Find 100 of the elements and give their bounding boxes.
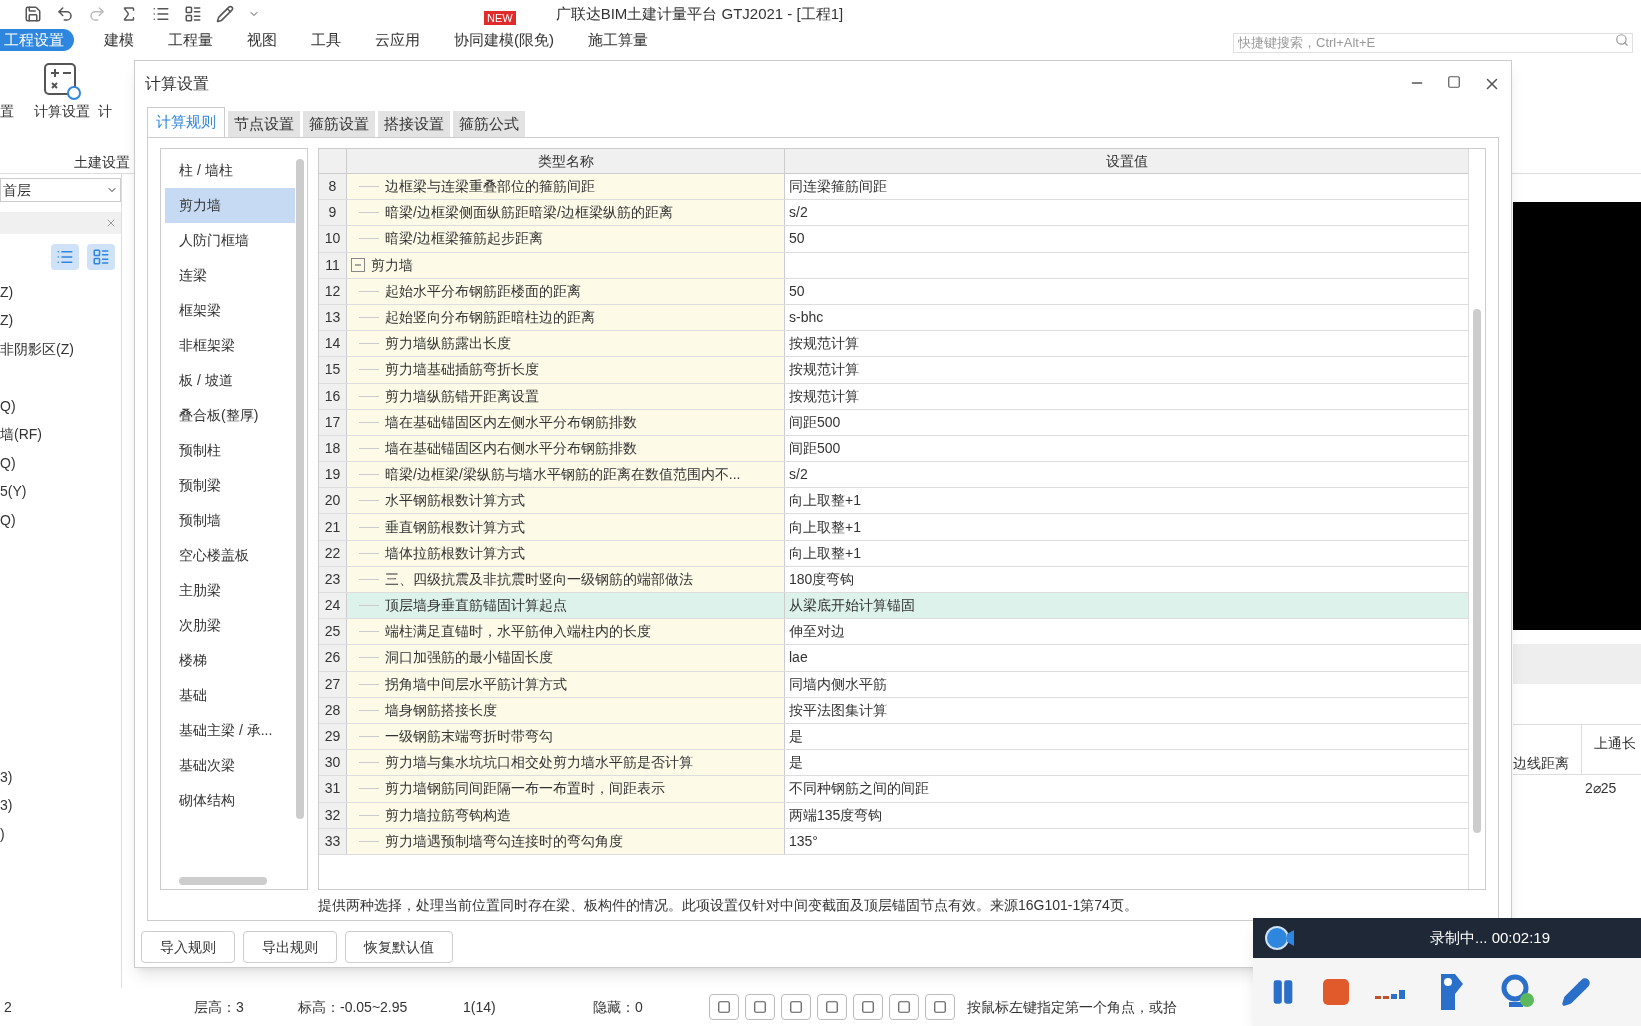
tree-item[interactable]: Q)	[0, 452, 16, 474]
setting-value[interactable]: 是	[789, 752, 803, 774]
setting-value[interactable]: 180度弯钩	[789, 568, 855, 590]
setting-value[interactable]: lae	[789, 647, 808, 669]
table-row[interactable]: 27 拐角墙中间层水平筋计算方式 同墙内侧水平筋	[319, 671, 1468, 698]
ribbon-button[interactable]: 计	[98, 101, 112, 122]
category-item[interactable]: 非框架梁	[165, 328, 295, 363]
tree-item[interactable]: )	[0, 823, 5, 845]
table-row[interactable]: 23 三、四级抗震及非抗震时竖向一级钢筋的端部做法 180度弯钩	[319, 566, 1468, 593]
category-item[interactable]: 框架梁	[165, 293, 295, 328]
table-row[interactable]: 9 暗梁/边框梁侧面纵筋距暗梁/边框梁纵筋的距离 s/2	[319, 200, 1468, 227]
category-item[interactable]: 人防门框墙	[165, 223, 295, 258]
table-row[interactable]: 16 剪力墙纵筋错开距离设置 按规范计算	[319, 383, 1468, 410]
tree-item[interactable]: Q)	[0, 509, 16, 531]
dialog-button[interactable]: 导入规则	[141, 931, 235, 963]
shortcut-search-field[interactable]: 快捷键搜索，Ctrl+Alt+E	[1233, 32, 1633, 53]
table-row[interactable]: 30 剪力墙与集水坑坑口相交处剪力墙水平筋是否计算 是	[319, 750, 1468, 777]
pencil-icon[interactable]	[216, 5, 234, 23]
menu-tab[interactable]: 云应用	[367, 29, 428, 51]
setting-value[interactable]: 向上取整+1	[789, 542, 861, 564]
setting-value[interactable]: 间距500	[789, 437, 841, 459]
tree-item[interactable]: Q)	[0, 395, 16, 417]
table-row[interactable]: 33 剪力墙遇预制墙弯勾连接时的弯勾角度 135°	[319, 828, 1468, 855]
menu-tab[interactable]: 施工算量	[580, 29, 656, 51]
table-row[interactable]: 25 端柱满足直锚时，水平筋伸入端柱内的长度 伸至对边	[319, 619, 1468, 646]
search-icon[interactable]	[1615, 33, 1629, 47]
dialog-tab[interactable]: 箍筋设置	[303, 111, 375, 137]
dialog-tab[interactable]: 节点设置	[228, 111, 300, 137]
list-icon[interactable]	[152, 5, 170, 23]
setting-value[interactable]: 同墙内侧水平筋	[789, 673, 887, 695]
menu-tab[interactable]: 工程设置	[0, 29, 74, 51]
setting-value[interactable]: 伸至对边	[789, 621, 845, 643]
table-row[interactable]: 15 剪力墙基础插筋弯折长度 按规范计算	[319, 357, 1468, 384]
scrollbar[interactable]	[1473, 309, 1481, 833]
tree-item[interactable]: Z)	[0, 310, 14, 332]
stop-icon[interactable]	[1323, 979, 1349, 1005]
menu-tab[interactable]: 视图	[239, 29, 285, 51]
setting-value[interactable]: 同连梁箍筋间距	[789, 176, 887, 198]
setting-value[interactable]: 两端135度弯钩	[789, 804, 883, 826]
setting-value[interactable]: 按规范计算	[789, 385, 859, 407]
category-item[interactable]: 预制墙	[165, 503, 295, 538]
tree-item[interactable]: 非阴影区(Z)	[0, 339, 74, 360]
menu-tab[interactable]: 建模	[96, 29, 142, 51]
setting-value[interactable]: 按平法图集计算	[789, 699, 887, 721]
floor-dropdown[interactable]: 首层	[0, 178, 121, 202]
category-item[interactable]: 次肋梁	[165, 608, 295, 643]
table-row[interactable]: 21 垂直钢筋根数计算方式 向上取整+1	[319, 514, 1468, 541]
collapse-icon[interactable]	[351, 258, 365, 273]
tree-item[interactable]: 3)	[0, 766, 13, 788]
webcam-add-icon[interactable]	[1501, 974, 1535, 1010]
tree-item[interactable]: 3)	[0, 795, 13, 817]
category-item[interactable]: 基础主梁 / 承...	[165, 713, 295, 748]
table-row[interactable]: 13 起始竖向分布钢筋距暗柱边的距离 s-bhc	[319, 304, 1468, 332]
setting-value[interactable]: 不同种钢筋之间的间距	[789, 778, 929, 800]
menu-tab[interactable]: 协同建模(限免)	[446, 29, 562, 51]
dialog-button[interactable]: 恢复默认值	[345, 931, 453, 963]
setting-value[interactable]: 从梁底开始计算锚固	[789, 595, 915, 617]
category-item[interactable]: 板 / 坡道	[165, 363, 295, 398]
table-row[interactable]: 28 墙身钢筋搭接长度 按平法图集计算	[319, 697, 1468, 724]
table-row[interactable]: 31 剪力墙钢筋同间距隔一布一布置时，间距表示 不同种钢筋之间的间距	[319, 776, 1468, 803]
table-row[interactable]: 11 剪力墙	[319, 252, 1468, 279]
dialog-tab[interactable]: 箍筋公式	[453, 111, 525, 137]
table-row[interactable]: 18 墙在基础锚固区内右侧水平分布钢筋排数 间距500	[319, 435, 1468, 463]
table-row[interactable]: 32 剪力墙拉筋弯钩构造 两端135度弯钩	[319, 802, 1468, 829]
category-item[interactable]: 柱 / 墙柱	[165, 153, 295, 188]
category-item[interactable]: 基础	[165, 678, 295, 713]
setting-value[interactable]: 按规范计算	[789, 333, 859, 355]
scrollbar[interactable]	[179, 877, 267, 885]
rectangle-icon[interactable]	[745, 994, 775, 1020]
table-row[interactable]: 12 起始水平分布钢筋距楼面的距离 50	[319, 278, 1468, 305]
category-item[interactable]: 剪力墙	[165, 188, 295, 223]
category-item[interactable]: 基础次梁	[165, 748, 295, 783]
table-row[interactable]: 19 暗梁/边框梁/梁纵筋与墙水平钢筋的距离在数值范围内不... s/2	[319, 462, 1468, 489]
table-row[interactable]: 29 一级钢筋末端弯折时带弯勾 是	[319, 723, 1468, 751]
table-row[interactable]: 22 墙体拉筋根数计算方式 向上取整+1	[319, 540, 1468, 567]
table-row[interactable]: 24 顶层墙身垂直筋锚固计算起点 从梁底开始计算锚固	[319, 593, 1468, 620]
setting-value[interactable]: 向上取整+1	[789, 490, 861, 512]
setting-value[interactable]: 间距500	[789, 411, 841, 433]
category-item[interactable]: 砌体结构	[165, 783, 295, 818]
setting-value[interactable]: 向上取整+1	[789, 516, 861, 538]
category-item[interactable]: 预制柱	[165, 433, 295, 468]
table-row[interactable]: 8 边框梁与连梁重叠部位的箍筋间距 同连梁箍筋间距	[319, 174, 1468, 201]
setting-value[interactable]: s/2	[789, 464, 808, 486]
save-icon[interactable]	[24, 5, 42, 23]
dialog-button[interactable]: 导出规则	[243, 931, 337, 963]
pencil-icon[interactable]	[1561, 977, 1591, 1007]
calc-settings-button[interactable]: 计算设置	[34, 61, 90, 122]
table-row[interactable]: 20 水平钢筋根数计算方式 向上取整+1	[319, 488, 1468, 515]
category-item[interactable]: 主肋梁	[165, 573, 295, 608]
table-row[interactable]: 10 暗梁/边框梁箍筋起步距离 50	[319, 226, 1468, 253]
setting-value[interactable]: 50	[789, 280, 805, 302]
setting-value[interactable]: 50	[789, 228, 805, 250]
undo-icon[interactable]	[56, 5, 74, 23]
category-item[interactable]: 连梁	[165, 258, 295, 293]
dialog-tab[interactable]: 搭接设置	[378, 111, 450, 137]
table-row[interactable]: 26 洞口加强筋的最小锚固长度 lae	[319, 645, 1468, 672]
setting-value[interactable]: 135°	[789, 830, 818, 852]
tree-item[interactable]: 5(Y)	[0, 481, 27, 503]
table-icon[interactable]	[184, 5, 202, 23]
category-item[interactable]: 楼梯	[165, 643, 295, 678]
